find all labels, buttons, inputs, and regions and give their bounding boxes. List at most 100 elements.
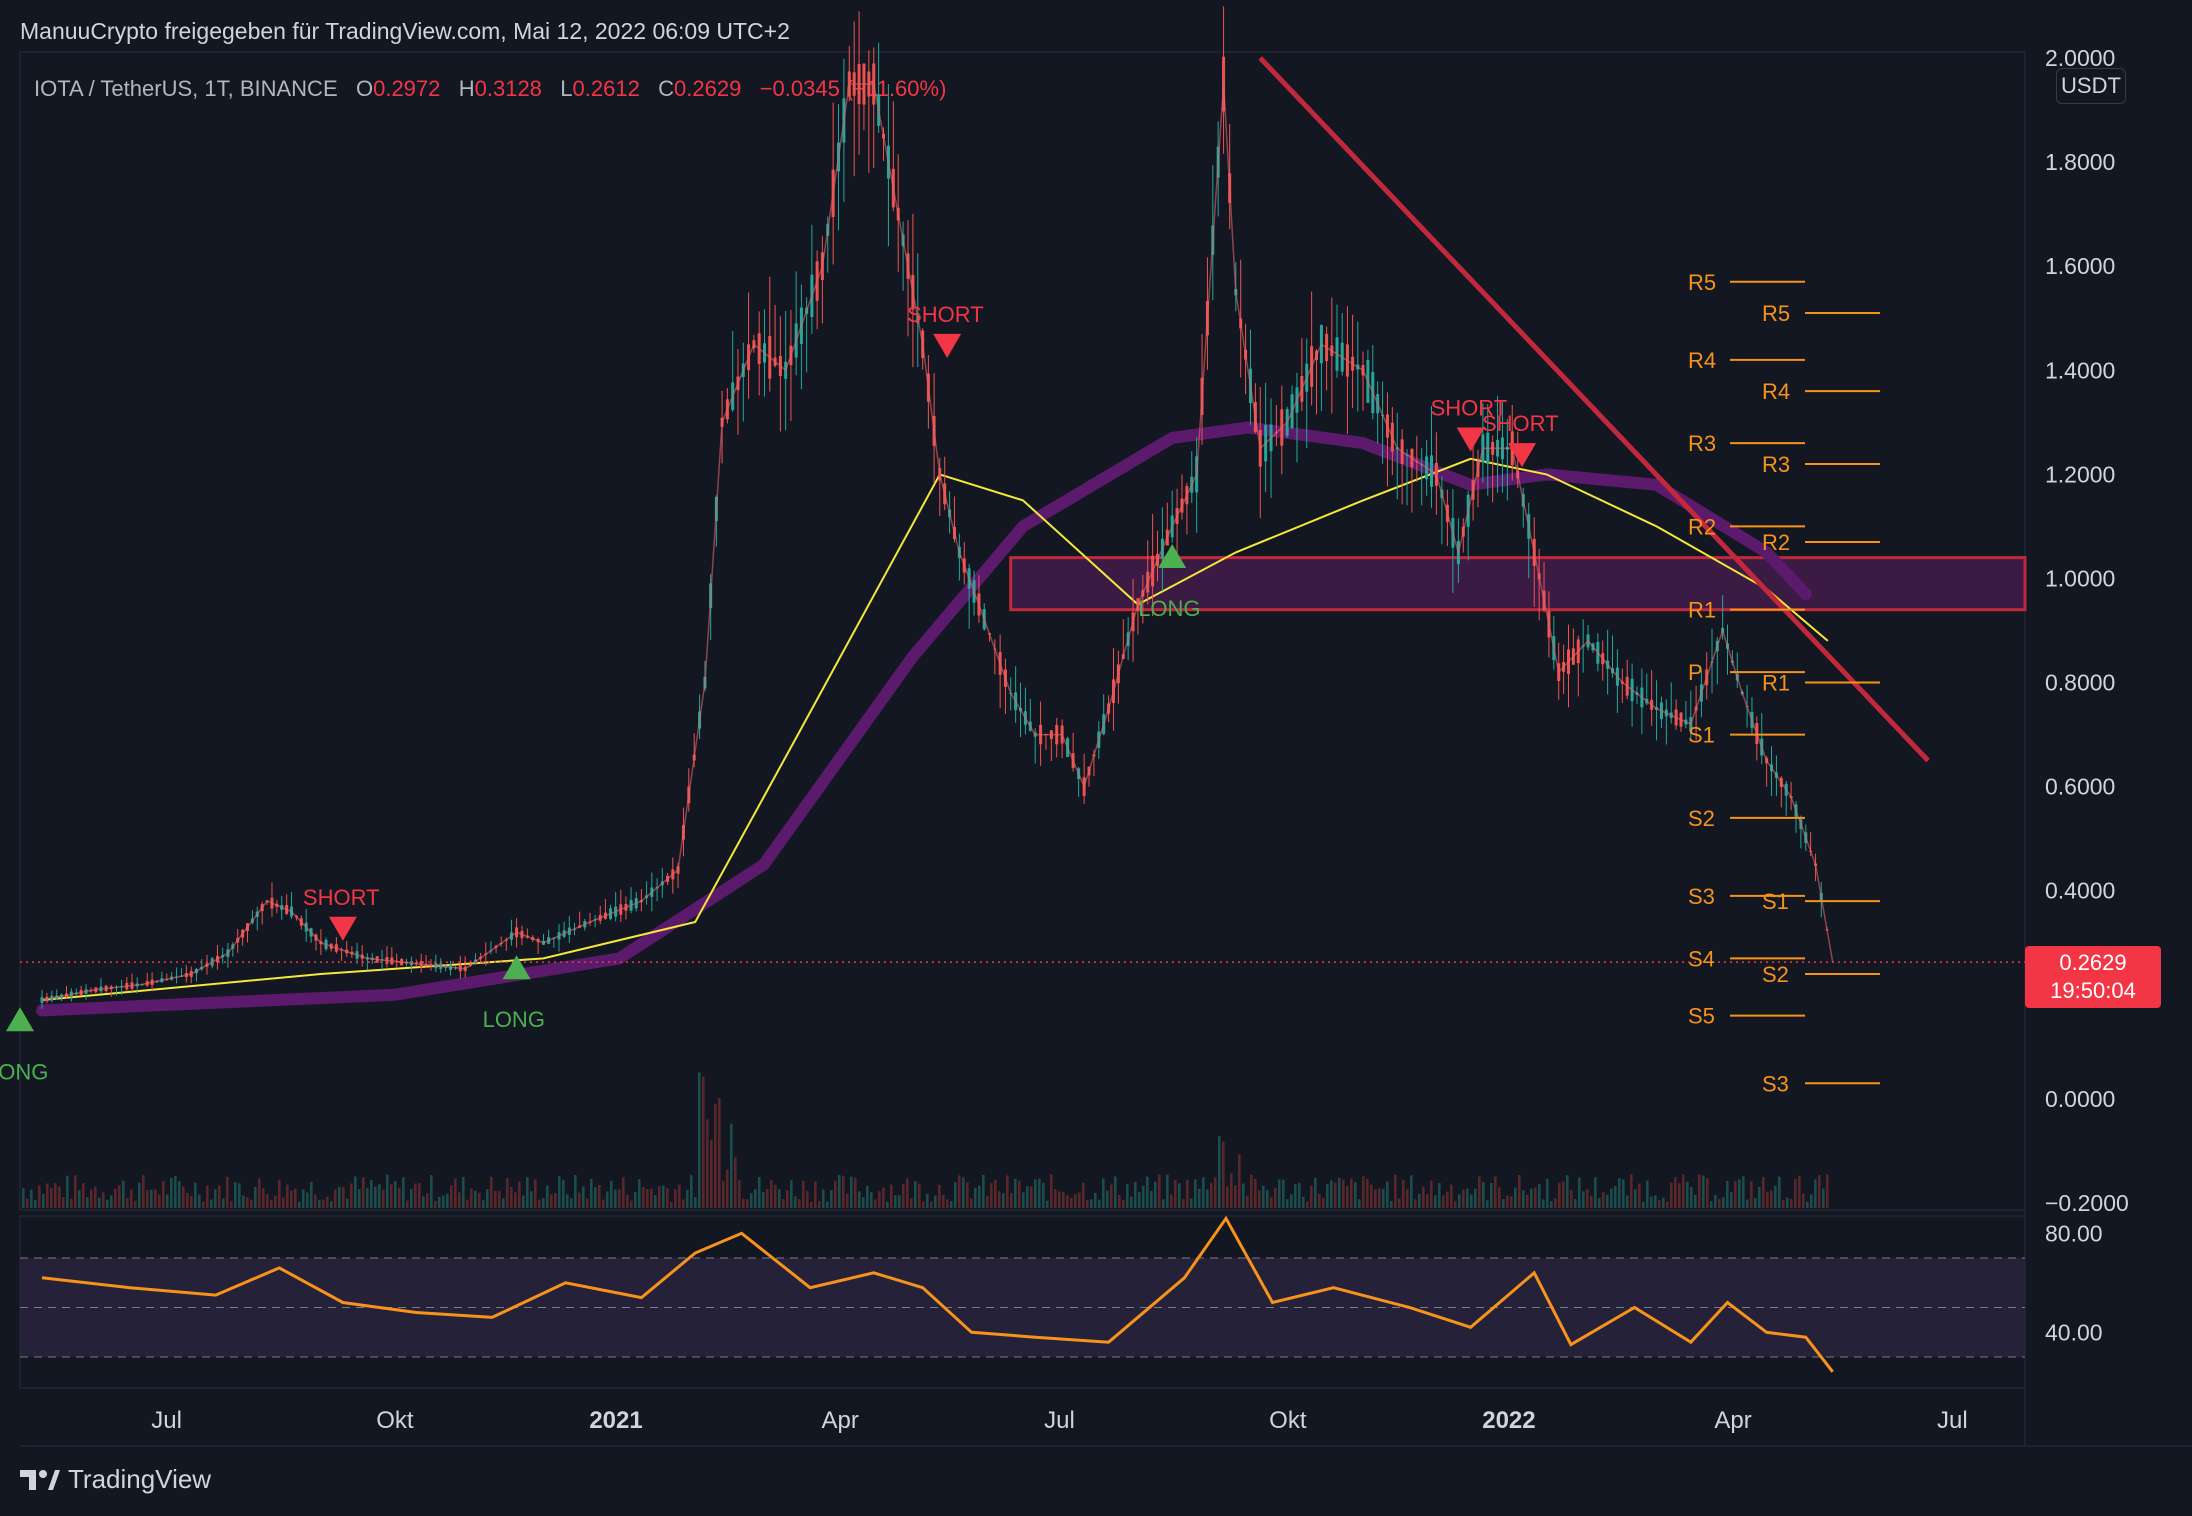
volume-bar [1190,1198,1193,1208]
volume-bar [1098,1199,1101,1208]
volume-bar [1282,1179,1285,1208]
volume-bar [1430,1180,1433,1208]
volume-bar [1234,1185,1237,1208]
volume-bar [950,1201,953,1208]
volume-bar [1722,1197,1725,1208]
volume-bar [1310,1185,1313,1208]
volume-bar [726,1169,729,1208]
volume-bar [814,1181,817,1208]
volume-bar [842,1175,845,1208]
volume-bar [494,1190,497,1208]
rsi-axis-tick: 80.00 [2045,1220,2103,1246]
volume-bar [82,1183,85,1208]
volume-bar [886,1201,889,1208]
volume-bar [1786,1197,1789,1208]
volume-bar [1306,1201,1309,1208]
volume-bar [970,1198,973,1208]
long-signal-label: LONG [0,1059,48,1084]
price-chart[interactable]: R5 R4 R3 R2 R1 P S1 S2 S3 S4 S5 R5 R4 R3 R2 R1 S1 S2 S3 LON… [0,0,2192,1516]
pivot-label-left: S5 [1688,1004,1715,1029]
volume-bar [762,1191,765,1208]
volume-bar [1526,1195,1529,1208]
volume-bar [1498,1187,1501,1208]
volume-bar [558,1176,561,1208]
volume-bar [1138,1192,1141,1208]
volume-bar [346,1198,349,1208]
volume-bar [1582,1191,1585,1208]
pivot-label-left: P [1688,660,1703,685]
volume-bar [1362,1176,1365,1208]
volume-bar [126,1198,129,1208]
currency-unit-button[interactable]: USDT [2056,68,2126,104]
volume-bar [730,1123,733,1208]
pivot-label-left: R2 [1688,514,1716,539]
volume-bar [186,1192,189,1208]
volume-bar [1706,1178,1709,1208]
volume-bar [234,1182,237,1208]
volume-bar [214,1189,217,1208]
volume-bar [1710,1201,1713,1208]
volume-bar [1558,1182,1561,1208]
volume-bar [1426,1194,1429,1208]
volume-bar [146,1189,149,1208]
volume-bar [1734,1181,1737,1208]
volume-bar [890,1184,893,1208]
volume-bar [1326,1184,1329,1208]
volume-bar [946,1199,949,1208]
volume-bar [994,1179,997,1208]
volume-bar [1622,1179,1625,1208]
volume-bar [1302,1196,1305,1208]
volume-bar [1602,1192,1605,1208]
volume-bar [1450,1184,1453,1208]
volume-bar [1550,1201,1553,1208]
volume-bar [306,1192,309,1208]
volume-bar [1518,1174,1521,1208]
volume-bar [1222,1141,1225,1208]
volume-bar [1034,1179,1037,1208]
volume-bar [1514,1187,1517,1208]
volume-bar [166,1194,169,1208]
volume-bar [338,1186,341,1208]
volume-bar [1742,1176,1745,1208]
time-axis-tick: 2021 [589,1407,642,1434]
volume-bar [1818,1175,1821,1208]
volume-bar [1030,1186,1033,1208]
volume-bar [1238,1154,1241,1208]
volume-bar [1682,1174,1685,1208]
volume-bar [858,1191,861,1208]
volume-bar [942,1194,945,1208]
volume-bar [1714,1195,1717,1208]
volume-bar [258,1178,261,1208]
volume-bar [206,1185,209,1208]
volume-bar [1398,1198,1401,1208]
volume-bar [1154,1181,1157,1208]
long-signal-label: LONG [483,1007,545,1032]
volume-bar [518,1181,521,1208]
volume-bar [394,1180,397,1208]
volume-bar [530,1191,533,1208]
volume-bar [1078,1192,1081,1208]
volume-bar [1266,1189,1269,1208]
volume-bar [1198,1188,1201,1208]
volume-bar [326,1196,329,1208]
volume-bar [666,1188,669,1208]
volume-bar [1242,1183,1245,1208]
volume-bar [706,1119,709,1208]
volume-bar [1798,1175,1801,1208]
tradingview-logo[interactable]: TradingView [20,1464,211,1495]
pivot-label-right: S3 [1762,1071,1789,1096]
volume-bar [382,1189,385,1208]
volume-bar [1746,1199,1749,1208]
volume-bar [1114,1176,1117,1208]
volume-bar [862,1197,865,1208]
volume-bar [1102,1178,1105,1208]
volume-bar [334,1189,337,1208]
volume-bar [374,1186,377,1208]
volume-bar [1170,1194,1173,1208]
volume-bar [438,1196,441,1208]
volume-bar [1674,1177,1677,1208]
volume-bar [1262,1185,1265,1208]
volume-bar [698,1072,701,1208]
volume-bar [1018,1180,1021,1208]
pivot-label-left: S2 [1688,806,1715,831]
